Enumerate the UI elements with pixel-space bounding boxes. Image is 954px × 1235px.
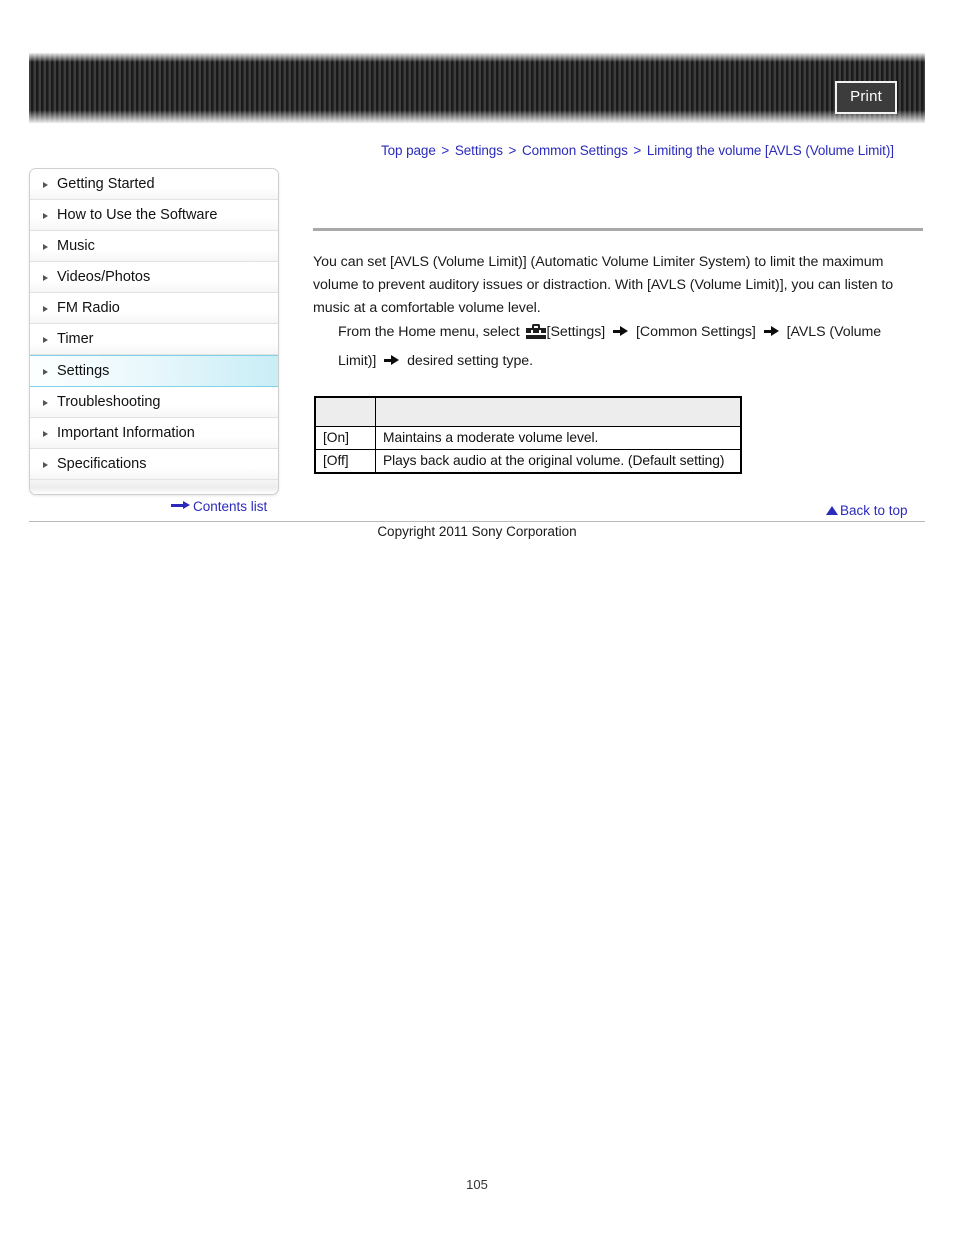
triangle-right-icon — [43, 306, 48, 312]
breadcrumb-separator: > — [508, 143, 517, 158]
table-cell-option-on: [On] — [314, 426, 376, 450]
sidebar-item-label: Specifications — [57, 456, 147, 472]
footer-divider — [29, 521, 925, 522]
table-row: [Off] Plays back audio at the original v… — [314, 449, 742, 474]
header-banner: Print — [29, 53, 925, 123]
sidebar-item-label: Getting Started — [57, 176, 155, 192]
sidebar-item-label: Timer — [57, 331, 94, 347]
sidebar-item-videos-photos[interactable]: Videos/Photos — [30, 262, 278, 293]
sidebar-item-settings[interactable]: Settings — [30, 355, 278, 387]
table-header-row — [314, 396, 742, 427]
sidebar-navigation: Getting Started How to Use the Software … — [29, 168, 279, 495]
breadcrumb: Top page > Settings > Common Settings > … — [381, 143, 926, 158]
table-cell-option-off: [Off] — [314, 449, 376, 474]
sidebar-item-getting-started[interactable]: Getting Started — [30, 169, 278, 200]
sidebar-item-label: Important Information — [57, 425, 195, 441]
sidebar-item-label: Settings — [57, 363, 110, 379]
settings-options-table: [On] Maintains a moderate volume level. … — [314, 396, 742, 474]
instruction-lead: From the Home menu, select — [338, 324, 520, 340]
table-row: [On] Maintains a moderate volume level. — [314, 426, 742, 450]
toolbox-icon — [525, 324, 546, 339]
contents-list-link[interactable]: Contents list — [171, 499, 267, 514]
triangle-right-icon — [43, 182, 48, 188]
back-to-top-label: Back to top — [840, 503, 908, 518]
breadcrumb-item-common-settings[interactable]: Common Settings — [522, 143, 628, 158]
sidebar-item-label: Music — [57, 238, 95, 254]
sidebar-item-label: Videos/Photos — [57, 269, 151, 285]
sidebar-item-fm-radio[interactable]: FM Radio — [30, 293, 278, 324]
instruction-step-settings: [Settings] — [546, 324, 606, 340]
print-button[interactable]: Print — [835, 81, 897, 114]
back-to-top-link[interactable]: Back to top — [826, 503, 908, 518]
triangle-up-icon — [826, 506, 838, 515]
sidebar-item-music[interactable]: Music — [30, 231, 278, 262]
contents-list-label: Contents list — [193, 499, 268, 514]
sidebar-item-timer[interactable]: Timer — [30, 324, 278, 355]
sidebar-item-troubleshooting[interactable]: Troubleshooting — [30, 387, 278, 418]
triangle-right-icon — [43, 244, 48, 250]
instruction-step-final: desired setting type. — [407, 353, 534, 369]
arrow-right-icon — [613, 326, 629, 337]
breadcrumb-item-current-page[interactable]: Limiting the volume [AVLS (Volume Limit)… — [647, 143, 894, 158]
table-cell-description-on: Maintains a moderate volume level. — [375, 426, 742, 450]
instruction-step-common-settings: [Common Settings] — [636, 324, 756, 340]
triangle-right-icon — [43, 369, 48, 375]
sidebar-item-label: Troubleshooting — [57, 394, 161, 410]
arrow-right-icon — [171, 501, 190, 510]
sidebar-item-specifications[interactable]: Specifications — [30, 449, 278, 480]
table-header-cell-description — [375, 396, 742, 427]
breadcrumb-separator: > — [441, 143, 450, 158]
triangle-right-icon — [43, 337, 48, 343]
sidebar-item-label: How to Use the Software — [57, 207, 218, 223]
triangle-right-icon — [43, 462, 48, 468]
sidebar-footer-strip — [30, 480, 278, 494]
table-cell-description-off: Plays back audio at the original volume.… — [375, 449, 742, 474]
triangle-right-icon — [43, 431, 48, 437]
triangle-right-icon — [43, 275, 48, 281]
triangle-right-icon — [43, 400, 48, 406]
sidebar-item-important-information[interactable]: Important Information — [30, 418, 278, 449]
page-number: 105 — [466, 1177, 488, 1192]
table-header-cell-key — [314, 396, 376, 427]
sidebar-item-label: FM Radio — [57, 300, 120, 316]
instruction-steps: From the Home menu, select [Settings] [C… — [338, 318, 916, 376]
copyright-notice: Copyright 2011 Sony Corporation — [377, 524, 577, 539]
breadcrumb-item-settings[interactable]: Settings — [455, 143, 503, 158]
triangle-right-icon — [43, 213, 48, 219]
sidebar-item-how-to-use-the-software[interactable]: How to Use the Software — [30, 200, 278, 231]
body-paragraph: You can set [AVLS (Volume Limit)] (Autom… — [313, 254, 894, 316]
arrow-right-icon — [384, 355, 400, 366]
breadcrumb-separator: > — [633, 143, 642, 158]
breadcrumb-item-top-page[interactable]: Top page — [381, 143, 436, 158]
content-divider — [313, 228, 923, 231]
arrow-right-icon — [763, 326, 779, 337]
